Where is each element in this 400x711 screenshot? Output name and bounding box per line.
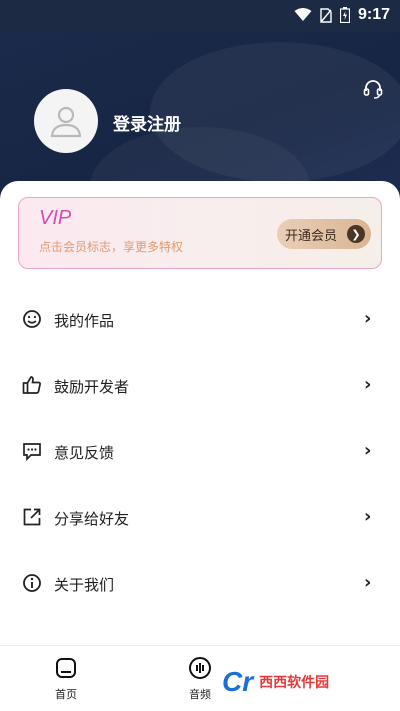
- chevron-right-icon: ›: [364, 374, 372, 395]
- chevron-right-icon: ❯: [347, 225, 365, 243]
- menu-item-feedback[interactable]: 意见反馈 ›: [0, 418, 400, 484]
- login-register-link[interactable]: 登录注册: [113, 110, 181, 135]
- tab-audio-label: 音频: [189, 688, 211, 701]
- feedback-icon: [23, 443, 41, 461]
- tab-audio[interactable]: 音频: [182, 656, 218, 702]
- customer-service-headset-icon[interactable]: [362, 78, 384, 100]
- thumbs-up-icon: [22, 376, 41, 394]
- status-time: 9:17: [357, 6, 390, 23]
- status-icons: 9:17: [294, 6, 390, 24]
- open-membership-label: 开通会员: [285, 228, 338, 244]
- wifi-icon: [294, 8, 312, 21]
- menu-item-label: 分享给好友: [54, 510, 130, 528]
- no-sim-icon: [320, 7, 332, 23]
- info-icon: [23, 574, 41, 592]
- user-icon: [50, 106, 82, 138]
- menu-item-encourage-developer[interactable]: 鼓励开发者 ›: [0, 352, 400, 418]
- avatar[interactable]: [34, 89, 98, 153]
- tab-home[interactable]: 首页: [50, 656, 82, 702]
- watermark-text: 西西软件园: [259, 675, 330, 691]
- menu-item-label: 意见反馈: [54, 444, 115, 462]
- menu-item-label: 鼓励开发者: [54, 378, 130, 396]
- chevron-right-icon: ›: [364, 308, 372, 329]
- menu-item-my-works[interactable]: 我的作品 ›: [0, 286, 400, 352]
- tab-home-label: 首页: [55, 688, 77, 701]
- battery-icon: [339, 7, 350, 23]
- watermark-logo: Cr: [222, 666, 254, 697]
- audio-icon: [189, 657, 211, 679]
- settings-menu: 我的作品 › 鼓励开发者 › 意见反馈 › 分享给好友 › 关于我们 ›: [0, 286, 400, 616]
- chevron-right-icon: ›: [364, 572, 372, 593]
- home-icon: [56, 658, 76, 678]
- menu-item-share-to-friends[interactable]: 分享给好友 ›: [0, 484, 400, 550]
- menu-item-label: 关于我们: [54, 576, 115, 594]
- chevron-right-icon: ›: [364, 506, 372, 527]
- site-watermark: Cr 西西软件园: [214, 660, 390, 704]
- chevron-right-icon: ›: [364, 440, 372, 461]
- vip-banner[interactable]: VIP 点击会员标志，享更多特权 开通会员 ❯: [18, 197, 382, 269]
- share-icon: [23, 508, 41, 526]
- open-membership-button[interactable]: 开通会员 ❯: [277, 219, 371, 249]
- status-bar: 9:17: [0, 0, 400, 32]
- menu-item-about-us[interactable]: 关于我们 ›: [0, 550, 400, 616]
- vip-title: VIP: [39, 207, 72, 229]
- vip-subtitle: 点击会员标志，享更多特权: [39, 240, 184, 254]
- smile-icon: [23, 310, 41, 328]
- menu-item-label: 我的作品: [54, 312, 115, 330]
